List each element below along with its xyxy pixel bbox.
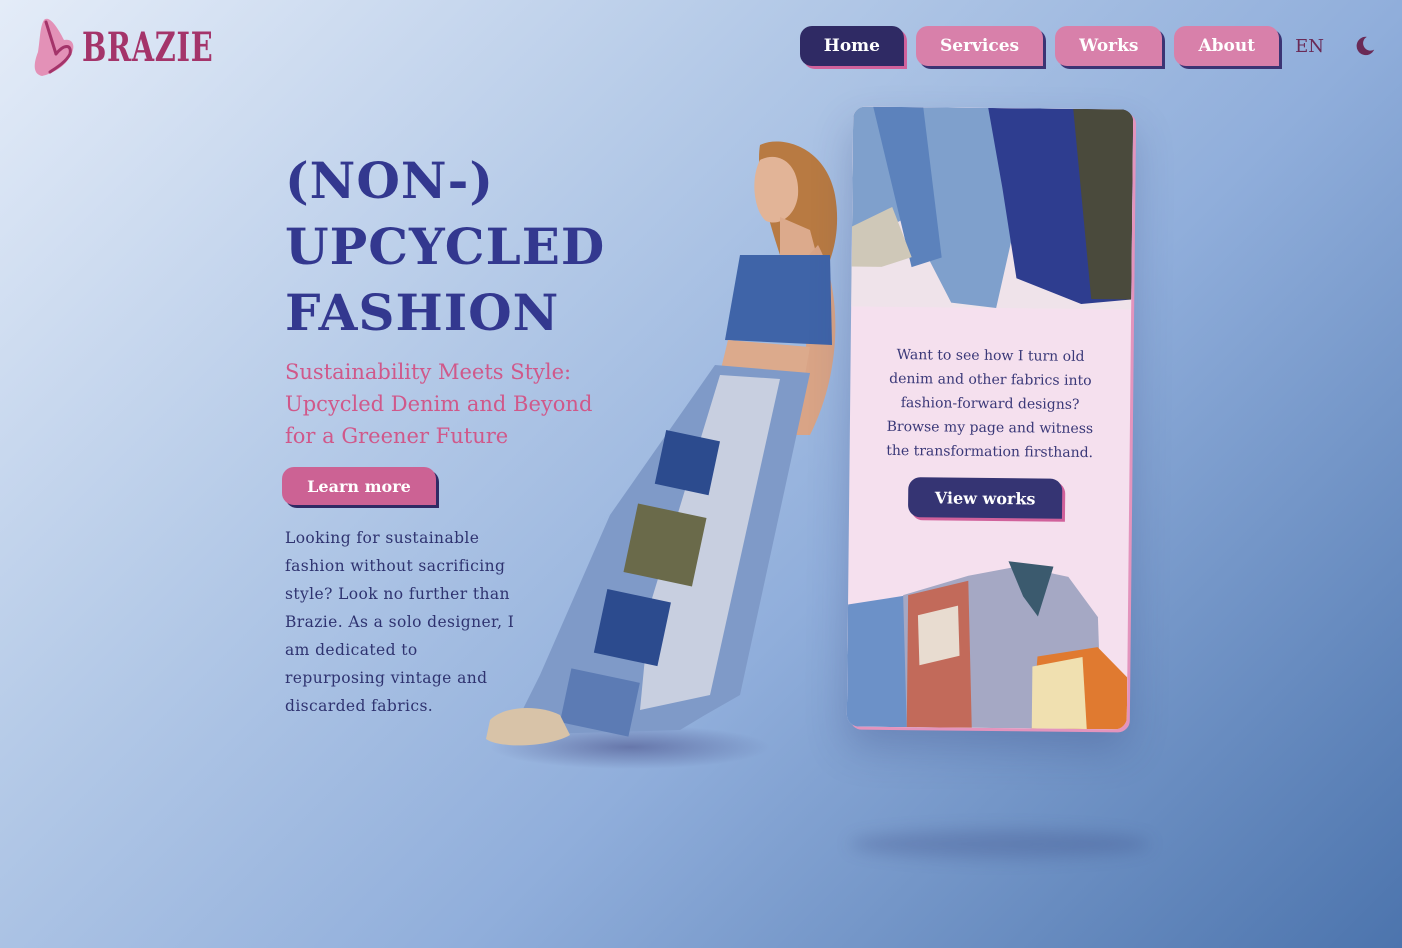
nav-services-button[interactable]: Services bbox=[915, 26, 1044, 66]
learn-more-button[interactable]: Learn more bbox=[282, 467, 436, 505]
brand-logo[interactable]: BRAZIE bbox=[30, 14, 264, 80]
card-description: Want to see how I turn old denim and oth… bbox=[886, 347, 1094, 462]
model-photo bbox=[486, 141, 838, 769]
denim-photo bbox=[851, 106, 1134, 310]
moon-icon[interactable] bbox=[1354, 35, 1376, 57]
garments-photo bbox=[846, 561, 1128, 730]
card-floor-shadow bbox=[850, 830, 1150, 858]
logo-wordmark: BRAZIE bbox=[82, 23, 214, 71]
nav-about-button[interactable]: About bbox=[1174, 26, 1280, 66]
nav-works-button[interactable]: Works bbox=[1055, 26, 1163, 66]
works-card: Want to see how I turn old denim and oth… bbox=[846, 106, 1134, 730]
nav-home-button[interactable]: Home bbox=[799, 26, 904, 66]
logo-mark-icon bbox=[34, 18, 74, 77]
main-nav: Home Services Works About EN bbox=[788, 26, 1376, 66]
view-works-button[interactable]: View works bbox=[907, 477, 1063, 519]
language-switch[interactable]: EN bbox=[1295, 36, 1324, 57]
